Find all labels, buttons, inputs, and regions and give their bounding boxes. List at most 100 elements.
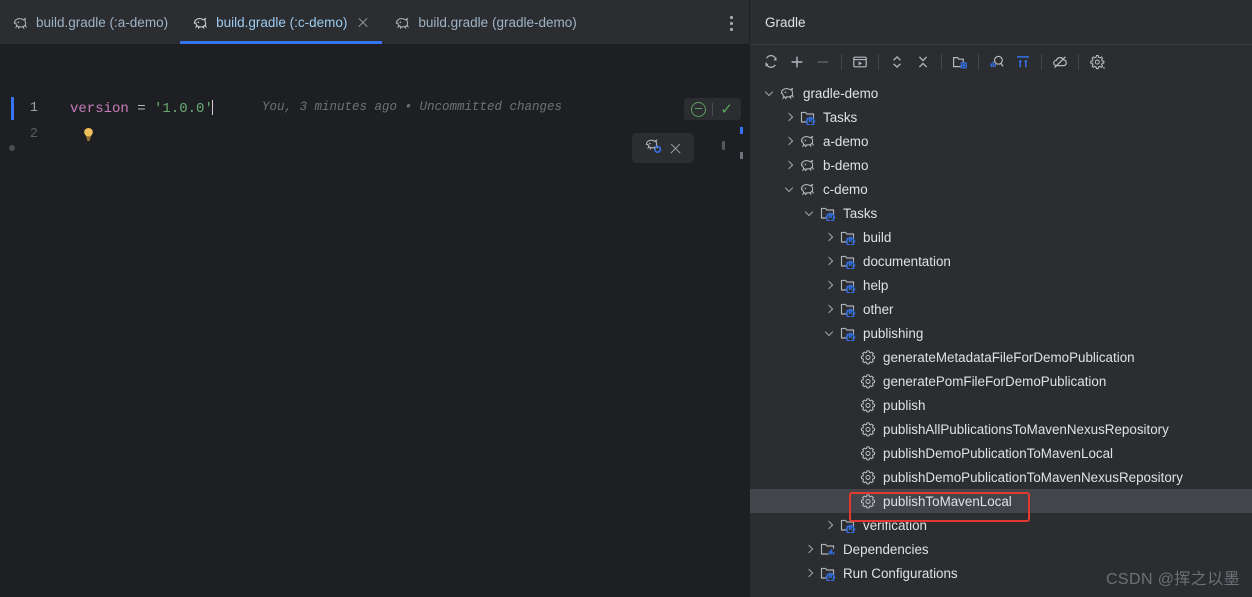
tree-item-label: generateMetadataFileForDemoPublication — [883, 349, 1135, 365]
chevron-right-icon[interactable] — [785, 161, 794, 170]
tree-item-label: other — [863, 301, 894, 317]
tree-item-node[interactable]: publishing — [750, 321, 1252, 345]
gradle-reload-changes-icon[interactable] — [645, 138, 662, 158]
execute-gradle-task-icon[interactable] — [847, 49, 873, 75]
uncommitted-change-marker[interactable] — [11, 97, 14, 120]
tree-item-label: Run Configurations — [843, 565, 958, 581]
scrollbar-change-marker[interactable] — [740, 127, 743, 134]
tree-item-task[interactable]: publishDemoPublicationToMavenNexusReposi… — [750, 465, 1252, 489]
tree-item-label: generatePomFileForDemoPublication — [883, 373, 1107, 389]
tree-item-label: verification — [863, 517, 928, 533]
inspection-status-widget[interactable]: ✓ — [684, 98, 741, 120]
tree-item-node[interactable]: documentation — [750, 249, 1252, 273]
git-blame-inlay-hint[interactable]: You, 3 minutes ago • Uncommitted changes — [262, 100, 562, 114]
more-vertical-icon[interactable] — [723, 14, 739, 32]
editor-tab-gradle-demo[interactable]: build.gradle (gradle-demo) — [382, 1, 588, 44]
code-editor[interactable]: 1 2 version = '1.0.0' You, 3 minutes ago… — [0, 44, 749, 597]
chevron-right-icon[interactable] — [785, 113, 794, 122]
tree-item-label: documentation — [863, 253, 951, 269]
chevron-right-icon[interactable] — [825, 257, 834, 266]
tree-item-task[interactable]: publishDemoPublicationToMavenLocal — [750, 441, 1252, 465]
editor-tab-c-demo[interactable]: build.gradle (:c-demo) — [180, 1, 383, 44]
gradle-toolbar — [750, 45, 1252, 79]
tree-item-task[interactable]: publishToMavenLocal — [750, 489, 1252, 513]
scrollbar-caret-marker[interactable] — [740, 152, 743, 159]
chevron-right-icon[interactable] — [825, 521, 834, 530]
tree-item-node[interactable]: Dependencies — [750, 537, 1252, 561]
analysis-ok-checkmark-icon[interactable]: ✓ — [720, 102, 733, 117]
gradle-settings-gear-icon[interactable] — [1084, 49, 1110, 75]
tree-item-label: gradle-demo — [803, 85, 879, 101]
attach-gradle-project-folder-icon[interactable] — [947, 49, 973, 75]
download-sources-icon[interactable] — [1010, 49, 1036, 75]
lightbulb-icon[interactable] — [82, 127, 95, 145]
editor-tab-a-demo[interactable]: build.gradle (:a-demo) — [0, 1, 180, 44]
tasks-folder-icon — [820, 207, 836, 221]
gradle-elephant-icon — [800, 135, 814, 148]
tree-item-node[interactable]: build — [750, 225, 1252, 249]
gradle-project-tree[interactable]: gradle-demo Tasks a-demo b-demo c-demo Tasks b… — [750, 79, 1252, 585]
gradle-task-gear-icon — [860, 446, 876, 461]
collapse-all-icon[interactable] — [910, 49, 936, 75]
tree-item-node[interactable]: help — [750, 273, 1252, 297]
close-icon[interactable] — [356, 16, 370, 30]
tree-item-task[interactable]: publish — [750, 393, 1252, 417]
line-number: 2 — [29, 127, 38, 142]
tree-item-label: publishing — [863, 325, 924, 341]
editor-tab-label: build.gradle (:a-demo) — [36, 15, 169, 30]
gradle-load-changes-notification[interactable] — [632, 133, 694, 163]
tasks-folder-icon — [840, 231, 856, 245]
tree-item-node[interactable]: Tasks — [750, 201, 1252, 225]
chevron-right-icon[interactable] — [805, 545, 814, 554]
page-title: Gradle — [765, 14, 806, 30]
fold-marker-icon[interactable] — [9, 145, 15, 151]
chevron-right-icon[interactable] — [825, 305, 834, 314]
toggle-offline-mode-icon[interactable] — [1047, 49, 1073, 75]
gradle-task-gear-icon — [860, 350, 876, 365]
gradle-elephant-icon — [13, 16, 29, 29]
tree-item-node[interactable]: b-demo — [750, 153, 1252, 177]
tree-item-node[interactable]: Tasks — [750, 105, 1252, 129]
tree-item-node[interactable]: c-demo — [750, 177, 1252, 201]
run-with-profiler-icon[interactable] — [984, 49, 1010, 75]
chevron-right-icon[interactable] — [805, 569, 814, 578]
gradle-task-gear-icon — [860, 422, 876, 437]
tree-item-node[interactable]: verification — [750, 513, 1252, 537]
tree-item-task[interactable]: generateMetadataFileForDemoPublication — [750, 345, 1252, 369]
dependencies-folder-icon — [820, 543, 835, 556]
tree-item-label: publish — [883, 397, 926, 413]
reload-all-gradle-projects-icon[interactable] — [758, 49, 784, 75]
chevron-right-icon[interactable] — [825, 233, 834, 242]
tree-item-label: publishAllPublicationsToMavenNexusReposi… — [883, 421, 1169, 437]
tree-item-task[interactable]: generatePomFileForDemoPublication — [750, 369, 1252, 393]
chevron-right-icon[interactable] — [825, 281, 834, 290]
detach-gradle-project-minus-icon — [810, 49, 836, 75]
chevron-down-icon[interactable] — [825, 329, 834, 338]
chevron-right-icon[interactable] — [785, 137, 794, 146]
link-gradle-project-plus-icon[interactable] — [784, 49, 810, 75]
gradle-task-gear-icon — [860, 374, 876, 389]
gradle-task-gear-icon — [860, 494, 876, 509]
gradle-elephant-icon — [800, 159, 814, 172]
editor-gutter[interactable]: 1 2 — [0, 44, 70, 597]
expand-all-icon[interactable] — [884, 49, 910, 75]
tree-item-node[interactable]: other — [750, 297, 1252, 321]
chevron-down-icon[interactable] — [765, 89, 774, 98]
divider — [941, 54, 942, 70]
tree-item-label: a-demo — [823, 133, 869, 149]
tree-item-node[interactable]: a-demo — [750, 129, 1252, 153]
divider — [1078, 54, 1079, 70]
inspections-level-icon[interactable] — [691, 101, 707, 117]
divider — [878, 54, 879, 70]
gradle-elephant-icon — [780, 87, 794, 100]
tasks-folder-icon — [840, 327, 856, 341]
code-token-string: '1.0.0' — [154, 101, 213, 117]
tree-item-node[interactable]: gradle-demo — [750, 81, 1252, 105]
tree-item-task[interactable]: publishAllPublicationsToMavenNexusReposi… — [750, 417, 1252, 441]
chevron-down-icon[interactable] — [785, 185, 794, 194]
code-token-operator: = — [128, 101, 155, 117]
chevron-down-icon[interactable] — [805, 209, 814, 218]
close-icon[interactable] — [669, 142, 682, 155]
